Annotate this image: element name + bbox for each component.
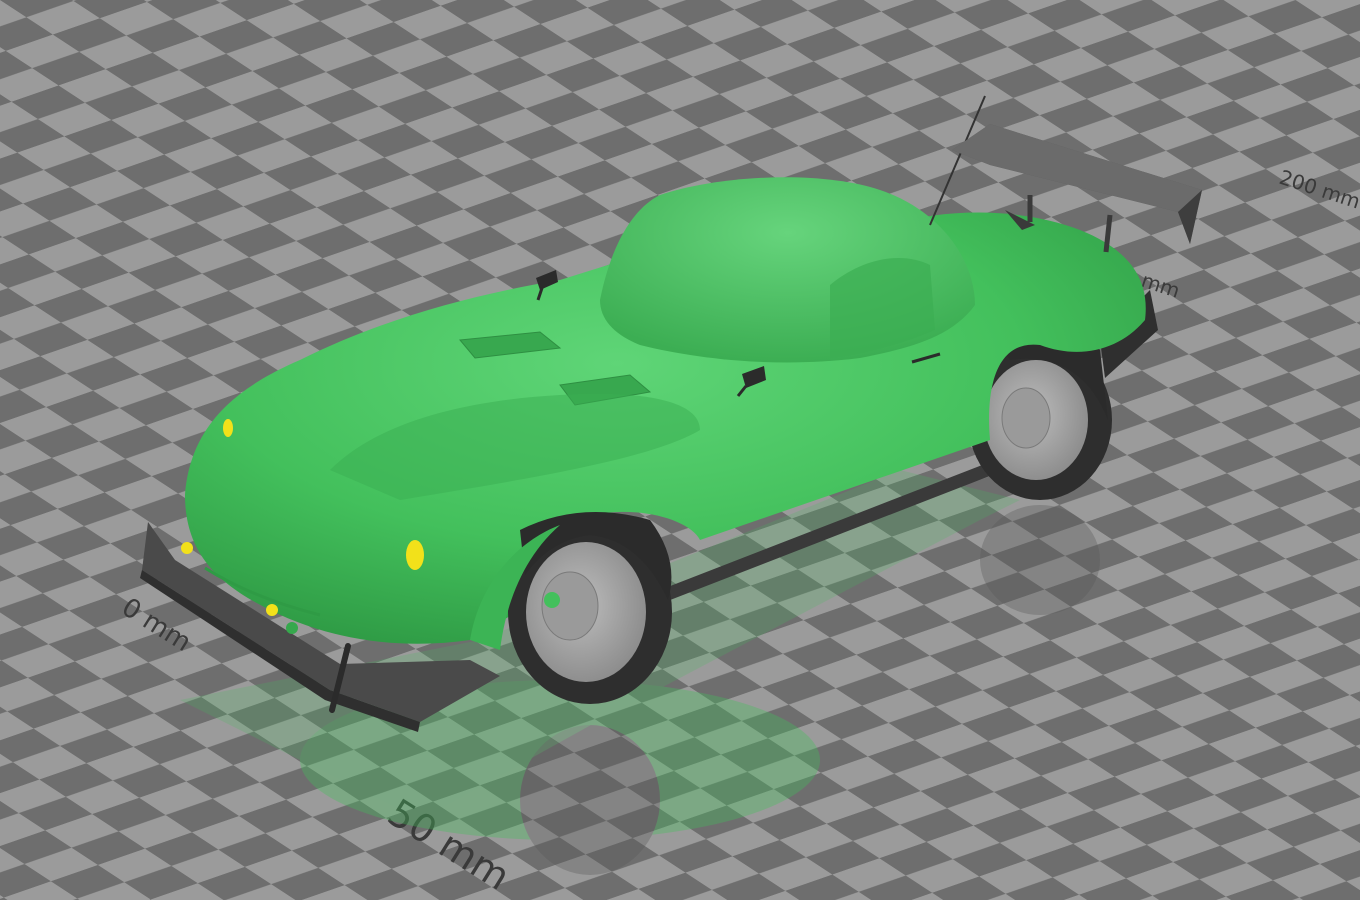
headlight-left xyxy=(223,419,233,437)
fog-light-1 xyxy=(181,542,193,554)
3d-viewport[interactable]: 0 mm 50 mm 200 mm mm xyxy=(0,0,1360,900)
scene-canvas[interactable]: 0 mm 50 mm 200 mm mm xyxy=(0,0,1360,900)
fog-light-2 xyxy=(266,604,278,616)
headlight-right xyxy=(406,540,424,570)
